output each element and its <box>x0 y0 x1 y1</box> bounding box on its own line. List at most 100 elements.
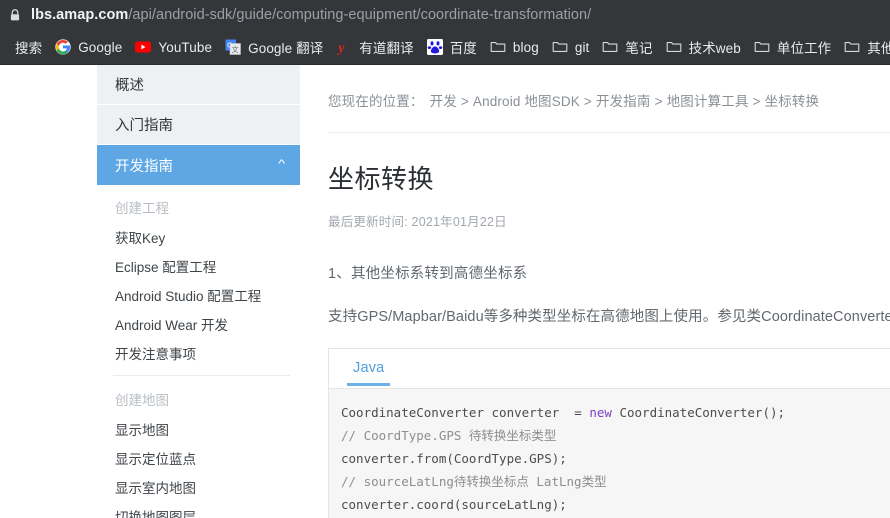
sidebar-group-heading: 创建地图 <box>115 393 169 408</box>
code-token: CoordinateConverter converter = <box>341 405 590 420</box>
bookmark-baidu-search[interactable]: 搜索 <box>0 35 48 59</box>
code-line: // CoordType.GPS 待转换坐标类型 <box>341 424 890 447</box>
code-token: converter.from(CoordType.GPS); <box>341 451 567 466</box>
sidebar-subitem-dev-notes[interactable]: 开发注意事项 <box>97 340 300 369</box>
youdao-icon: y <box>336 39 352 56</box>
bookmarks-bar: 搜索 Google YouTube 文 Google 翻译 y 有道翻译 百度 … <box>0 30 890 65</box>
section-heading: 1、其他坐标系转到高德坐标系 <box>328 266 528 282</box>
breadcrumb-item-dev[interactable]: 开发 <box>430 94 457 109</box>
bookmark-youdao[interactable]: y 有道翻译 <box>330 35 419 59</box>
sidebar-subitem-android-wear[interactable]: Android Wear 开发 <box>97 311 300 340</box>
code-tab-bar: Java <box>329 349 890 388</box>
sidebar-subnav: 创建工程 获取Key Eclipse 配置工程 Android Studio 配… <box>97 185 300 518</box>
bookmark-label: git <box>574 39 590 55</box>
bookmark-label: 有道翻译 <box>359 41 414 56</box>
folder-icon <box>602 39 618 55</box>
code-token: CoordinateConverter(); <box>611 405 786 420</box>
bookmark-folder-notes[interactable]: 笔记 <box>596 35 658 59</box>
sidebar: 概述 入门指南 开发指南 ^ 创建工程 获取Key Eclipse 配置工程 A… <box>97 65 300 518</box>
bookmark-label: 百度 <box>449 41 477 56</box>
section-paragraph: 支持GPS/Mapbar/Baidu等多种类型坐标在高德地图上使用。参见类Coo… <box>328 309 890 325</box>
code-token: converter.coord(sourceLatLng); <box>341 497 567 512</box>
bookmark-label: Google 翻译 <box>248 41 324 56</box>
bookmark-folder-work[interactable]: 单位工作 <box>748 35 837 59</box>
sidebar-item-label: 概述 <box>115 78 144 94</box>
last-updated-text: 最后更新时间: 2021年01月22日 <box>328 215 507 229</box>
chevron-up-icon: ^ <box>277 157 285 170</box>
bookmark-label: blog <box>512 39 539 55</box>
page-title: 坐标转换 <box>328 164 435 194</box>
breadcrumb-separator: > <box>583 94 592 109</box>
bookmark-label: 技术web <box>688 41 741 56</box>
sidebar-group-create-project: 创建工程 获取Key Eclipse 配置工程 Android Studio 配… <box>97 185 300 375</box>
sidebar-subitem-eclipse-config[interactable]: Eclipse 配置工程 <box>97 253 300 282</box>
bookmark-folder-blog[interactable]: blog <box>484 35 545 59</box>
sidebar-subitem-show-indoor-map[interactable]: 显示室内地图 <box>113 474 290 503</box>
folder-icon <box>490 39 506 55</box>
left-gutter <box>0 65 97 518</box>
sidebar-item-getting-started[interactable]: 入门指南 <box>97 105 300 145</box>
google-icon <box>55 39 71 55</box>
tab-java[interactable]: Java <box>347 360 391 386</box>
breadcrumb: 您现在的位置： 开发 > Android 地图SDK > 开发指南 > 地图计算工具 > 坐标转换 <box>328 65 890 110</box>
sidebar-item-label: 开发指南 <box>115 158 173 175</box>
code-line: CoordinateConverter converter = new Coor… <box>341 401 890 424</box>
svg-text:y: y <box>336 41 345 55</box>
code-token: new <box>589 405 612 420</box>
url-path: /api/android-sdk/guide/computing-equipme… <box>128 7 592 23</box>
folder-icon <box>552 39 568 55</box>
sidebar-subitem-android-studio-config[interactable]: Android Studio 配置工程 <box>97 282 300 311</box>
breadcrumb-separator: > <box>752 94 761 109</box>
breadcrumb-separator: > <box>654 94 663 109</box>
sidebar-item-dev-guide[interactable]: 开发指南 ^ <box>97 145 300 185</box>
bookmark-folder-tech-web[interactable]: 技术web <box>660 35 747 59</box>
bookmark-youtube[interactable]: YouTube <box>129 35 218 59</box>
folder-icon <box>754 39 770 55</box>
breadcrumb-item-dev-guide[interactable]: 开发指南 <box>596 94 651 109</box>
youtube-icon <box>135 39 152 55</box>
bookmark-folder-other[interactable]: 其他 <box>838 35 890 59</box>
address-bar[interactable]: lbs.amap.com/api/android-sdk/guide/compu… <box>0 0 890 30</box>
sidebar-subitem-get-key[interactable]: 获取Key <box>97 224 300 253</box>
code-line: // sourceLatLng待转换坐标点 LatLng类型 <box>341 470 890 493</box>
sidebar-subitem-show-location-dot[interactable]: 显示定位蓝点 <box>113 445 290 474</box>
bookmark-label: 其他 <box>867 41 890 56</box>
folder-icon <box>666 39 682 55</box>
breadcrumb-item-coordinate-transform[interactable]: 坐标转换 <box>765 94 820 109</box>
url-text: lbs.amap.com/api/android-sdk/guide/compu… <box>31 7 591 23</box>
page-body: 概述 入门指南 开发指南 ^ 创建工程 获取Key Eclipse 配置工程 A… <box>0 65 890 518</box>
bookmark-label: 单位工作 <box>776 41 832 56</box>
baidu-search-icon <box>0 39 8 55</box>
bookmark-label: Google <box>78 39 123 55</box>
sidebar-subitem-show-map[interactable]: 显示地图 <box>113 416 290 445</box>
breadcrumb-item-android-sdk[interactable]: Android 地图SDK <box>473 94 580 109</box>
breadcrumb-item-map-tools[interactable]: 地图计算工具 <box>667 94 749 109</box>
bookmark-google-translate[interactable]: G 文 Google 翻译 <box>219 35 329 59</box>
sidebar-item-label: 入门指南 <box>115 118 173 134</box>
code-line: converter.coord(sourceLatLng); <box>341 493 890 516</box>
lock-icon <box>8 8 22 22</box>
code-token: // CoordType.GPS 待转换坐标类型 <box>341 428 557 443</box>
main-content: 您现在的位置： 开发 > Android 地图SDK > 开发指南 > 地图计算工具 > 坐标转换… <box>300 65 890 518</box>
breadcrumb-separator: > <box>460 94 469 109</box>
sidebar-group-heading: 创建工程 <box>115 201 169 216</box>
bookmark-label: YouTube <box>158 39 213 55</box>
browser-chrome: lbs.amap.com/api/android-sdk/guide/compu… <box>0 0 890 65</box>
sidebar-subitem-switch-layer[interactable]: 切换地图图层 <box>113 503 290 518</box>
url-host: lbs.amap.com <box>31 7 129 23</box>
code-block[interactable]: CoordinateConverter converter = new Coor… <box>329 388 890 518</box>
bookmark-google[interactable]: Google <box>49 35 128 59</box>
bookmark-label: 搜索 <box>15 41 43 56</box>
code-token: // sourceLatLng待转换坐标点 LatLng类型 <box>341 474 607 489</box>
breadcrumb-lead: 您现在的位置： <box>328 94 424 109</box>
bookmark-folder-git[interactable]: git <box>546 35 596 59</box>
sidebar-item-overview[interactable]: 概述 <box>97 65 300 105</box>
google-translate-icon: G 文 <box>225 39 241 55</box>
bookmark-baidu[interactable]: 百度 <box>421 35 483 59</box>
bookmark-label: 笔记 <box>625 41 653 56</box>
sidebar-group-create-map: 创建地图 显示地图 显示定位蓝点 显示室内地图 切换地图图层 使用离线地图 显示… <box>113 375 290 518</box>
code-sample-card: Java CoordinateConverter converter = new… <box>328 348 890 518</box>
code-line: converter.from(CoordType.GPS); <box>341 447 890 470</box>
svg-text:文: 文 <box>232 45 239 54</box>
folder-icon <box>844 39 860 55</box>
